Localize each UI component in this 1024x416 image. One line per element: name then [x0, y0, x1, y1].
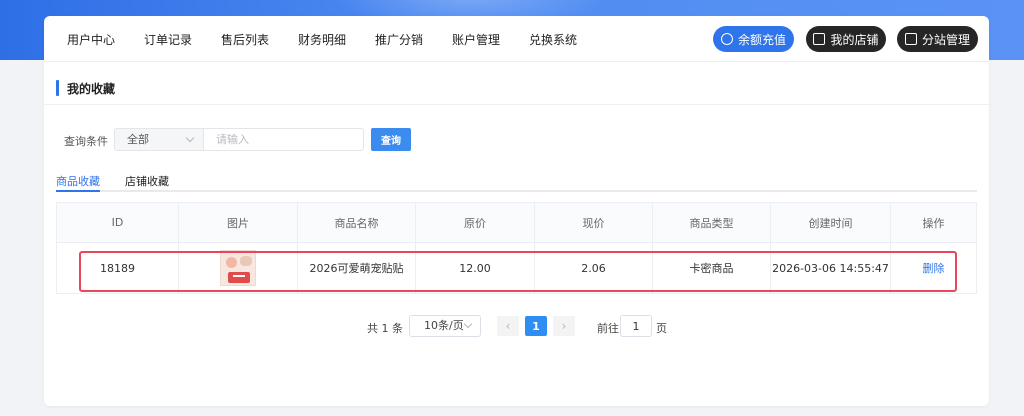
pagination-total: 共 1 条 [367, 322, 403, 335]
query-button[interactable]: 查询 [371, 128, 411, 151]
table-row: 18189 2026可爱萌宠贴贴 12.00 2.06 卡密商品 2026-03… [57, 243, 976, 293]
nav-item-account[interactable]: 账户管理 [452, 31, 500, 48]
my-shop-button[interactable]: 我的店铺 [806, 26, 886, 52]
shop-icon [813, 33, 826, 45]
my-shop-label: 我的店铺 [830, 32, 879, 47]
next-page-button[interactable]: › [553, 316, 575, 336]
header-name: 商品名称 [298, 203, 416, 242]
monitor-icon [904, 33, 917, 45]
cell-original-price: 12.00 [416, 243, 535, 293]
page-size-select[interactable]: 10条/页 [409, 315, 481, 337]
nav-item-orders[interactable]: 订单记录 [144, 31, 192, 48]
query-label: 查询条件 [64, 135, 108, 148]
header-created: 创建时间 [771, 203, 891, 242]
search-input[interactable] [203, 128, 364, 151]
section-accent-bar [56, 80, 59, 96]
divider [44, 104, 989, 105]
query-select-value: 全部 [127, 133, 149, 146]
tab-product-favorites[interactable]: 商品收藏 [56, 173, 100, 189]
recharge-button[interactable]: 余额充值 [713, 26, 794, 52]
cell-image [179, 243, 298, 293]
table-header-row: ID 图片 商品名称 原价 现价 商品类型 创建时间 操作 [57, 203, 976, 243]
page-title: 我的收藏 [67, 81, 116, 96]
product-thumbnail[interactable] [220, 250, 256, 286]
tab-active-indicator [56, 190, 100, 192]
nav-item-distribution[interactable]: 推广分销 [375, 31, 423, 48]
header-image: 图片 [179, 203, 298, 242]
nav-item-finance[interactable]: 财务明细 [298, 31, 346, 48]
cell-type: 卡密商品 [653, 243, 771, 293]
header-current-price: 现价 [535, 203, 653, 242]
page-size-value: 10条/页 [424, 319, 464, 332]
header-original-price: 原价 [416, 203, 535, 242]
query-condition-select[interactable]: 全部 [114, 128, 203, 151]
header-type: 商品类型 [653, 203, 771, 242]
favorites-table: ID 图片 商品名称 原价 现价 商品类型 创建时间 操作 18189 2026… [56, 202, 977, 294]
cell-name: 2026可爱萌宠贴贴 [298, 243, 416, 293]
goto-label: 前往 [597, 322, 619, 335]
chevron-down-icon [463, 319, 473, 329]
section-header: 我的收藏 [56, 80, 115, 96]
goto-page-input[interactable] [620, 315, 652, 337]
chevron-down-icon [185, 133, 195, 143]
substation-label: 分站管理 [921, 32, 970, 47]
nav-item-exchange[interactable]: 兑换系统 [529, 31, 577, 48]
delete-link[interactable]: 删除 [923, 260, 945, 276]
page-number-current[interactable]: 1 [525, 316, 547, 336]
cell-action: 删除 [891, 243, 976, 293]
substation-button[interactable]: 分站管理 [897, 26, 978, 52]
nav-item-user-center[interactable]: 用户中心 [67, 31, 115, 48]
nav-item-after-sales[interactable]: 售后列表 [221, 31, 269, 48]
tab-shop-favorites[interactable]: 店铺收藏 [125, 173, 169, 189]
prev-page-button[interactable]: ‹ [497, 316, 519, 336]
cell-id: 18189 [57, 243, 179, 293]
recharge-label: 余额充值 [737, 32, 786, 47]
main-card: 用户中心 订单记录 售后列表 财务明细 推广分销 账户管理 兑换系统 余额充值 … [44, 16, 989, 406]
cell-created: 2026-03-06 14:55:47 [771, 243, 891, 293]
header-id: ID [57, 203, 179, 242]
cell-current-price: 2.06 [535, 243, 653, 293]
wallet-icon [720, 33, 733, 45]
tab-underline [56, 190, 977, 192]
top-nav: 用户中心 订单记录 售后列表 财务明细 推广分销 账户管理 兑换系统 余额充值 … [44, 16, 989, 62]
header-action: 操作 [922, 216, 945, 230]
goto-suffix: 页 [656, 322, 667, 335]
